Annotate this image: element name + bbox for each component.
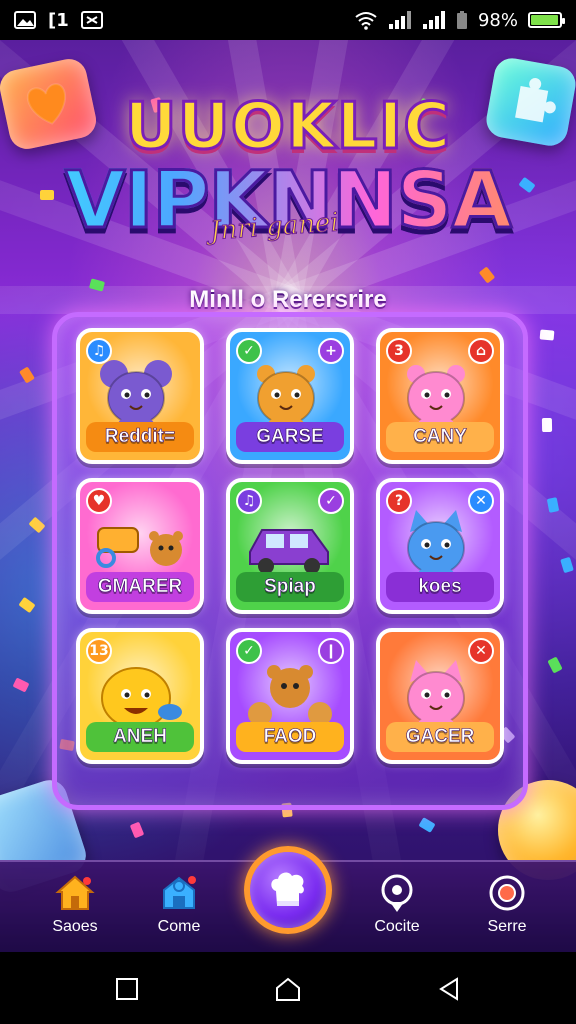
confetti-decoration <box>547 656 563 674</box>
logo-line-1: UUOKLIC <box>123 89 452 166</box>
nav-label: Serre <box>487 918 527 935</box>
tile-label: GARSE <box>236 422 344 452</box>
tile-label: CANY <box>386 422 494 452</box>
nav-label: Come <box>157 918 201 935</box>
game-tile-cany[interactable]: 3 ⌂ CANY <box>376 328 504 464</box>
tile-badge-left: 3 <box>386 338 412 364</box>
tile-badge-right: ✕ <box>468 488 494 514</box>
game-tile-faod[interactable]: ✓ ❙ FAOD <box>226 628 354 764</box>
confetti-decoration <box>12 677 30 693</box>
nav-item-cocite[interactable]: Cocite <box>352 872 442 936</box>
confetti-decoration <box>418 817 436 833</box>
home-icon[interactable] <box>273 974 303 1004</box>
nav-item-saoes[interactable]: Saoes <box>30 872 120 936</box>
confetti-decoration <box>478 266 496 284</box>
confetti-decoration <box>539 329 555 341</box>
game-tile-gmarer[interactable]: ♥ GMARER <box>76 478 204 614</box>
confetti-decoration <box>541 417 553 433</box>
center-play-button[interactable] <box>244 846 332 934</box>
recents-icon[interactable] <box>112 974 142 1004</box>
signal-icon <box>388 10 412 30</box>
battery-percent: 98% <box>477 9 518 31</box>
tile-badge-left: ✓ <box>236 338 262 364</box>
game-tile-reddit[interactable]: ♫ Reddit= <box>76 328 204 464</box>
confetti-decoration <box>560 556 574 574</box>
game-tile-koes[interactable]: ? ✕ koes <box>376 478 504 614</box>
confetti-decoration <box>546 497 560 513</box>
tile-badge-left: ♥ <box>86 488 112 514</box>
system-navigation-bar <box>0 952 576 1024</box>
tile-badge-left: ♫ <box>86 338 112 364</box>
nav-label: Cocite <box>374 918 420 935</box>
tile-badge-right: ✓ <box>318 488 344 514</box>
tile-badge-left: ? <box>386 488 412 514</box>
puzzle-home-icon <box>158 872 200 914</box>
panel-title: Minll o Rerersrire <box>189 286 387 313</box>
tile-badge-left: ✓ <box>236 638 262 664</box>
tile-badge-right: ❙ <box>318 638 344 664</box>
tile-label: GACER <box>386 722 494 752</box>
screenshot-icon <box>80 11 103 29</box>
target-icon <box>486 872 528 914</box>
chef-hat-icon <box>271 872 304 906</box>
battery-level-fill <box>531 15 559 25</box>
battery-icon <box>528 12 565 28</box>
game-tile-gacer[interactable]: ✕ GACER <box>376 628 504 764</box>
nav-label: Saoes <box>52 918 98 935</box>
tile-label: Reddit= <box>86 422 194 452</box>
tile-label: FAOD <box>236 722 344 752</box>
status-left-text: [1 <box>48 9 69 31</box>
tile-badge-right: ⌂ <box>468 338 494 364</box>
game-tile-aneh[interactable]: 13 ANEH <box>76 628 204 764</box>
signal-icon <box>422 10 446 30</box>
back-icon[interactable] <box>434 974 464 1004</box>
tile-badge-left: 13 <box>86 638 112 664</box>
game-tile-garse[interactable]: ✓ + GARSE <box>226 328 354 464</box>
location-icon <box>376 872 418 914</box>
tile-label: koes <box>386 572 494 602</box>
nav-item-serre[interactable]: Serre <box>462 872 552 936</box>
confetti-decoration <box>129 821 145 839</box>
tile-badge-right: ✕ <box>468 638 494 664</box>
nav-item-come[interactable]: Come <box>134 872 224 936</box>
tile-badge-right: + <box>318 338 344 364</box>
game-tile-spiap[interactable]: ♫ ✓ Spiap <box>226 478 354 614</box>
tile-label: ANEH <box>86 722 194 752</box>
gallery-icon <box>14 11 36 29</box>
home-icon <box>54 872 96 914</box>
wifi-icon <box>354 10 378 30</box>
game-screen: UUOKLIC VIPKNNSA Jnri ganei Minll o Rere… <box>0 40 576 952</box>
tile-label: Spiap <box>236 572 344 602</box>
tile-label: GMARER <box>86 572 194 602</box>
status-bar: [1 98% <box>0 0 576 40</box>
tile-badge-left: ♫ <box>236 488 262 514</box>
confetti-decoration <box>18 596 36 614</box>
battery-saver-icon <box>456 10 468 30</box>
